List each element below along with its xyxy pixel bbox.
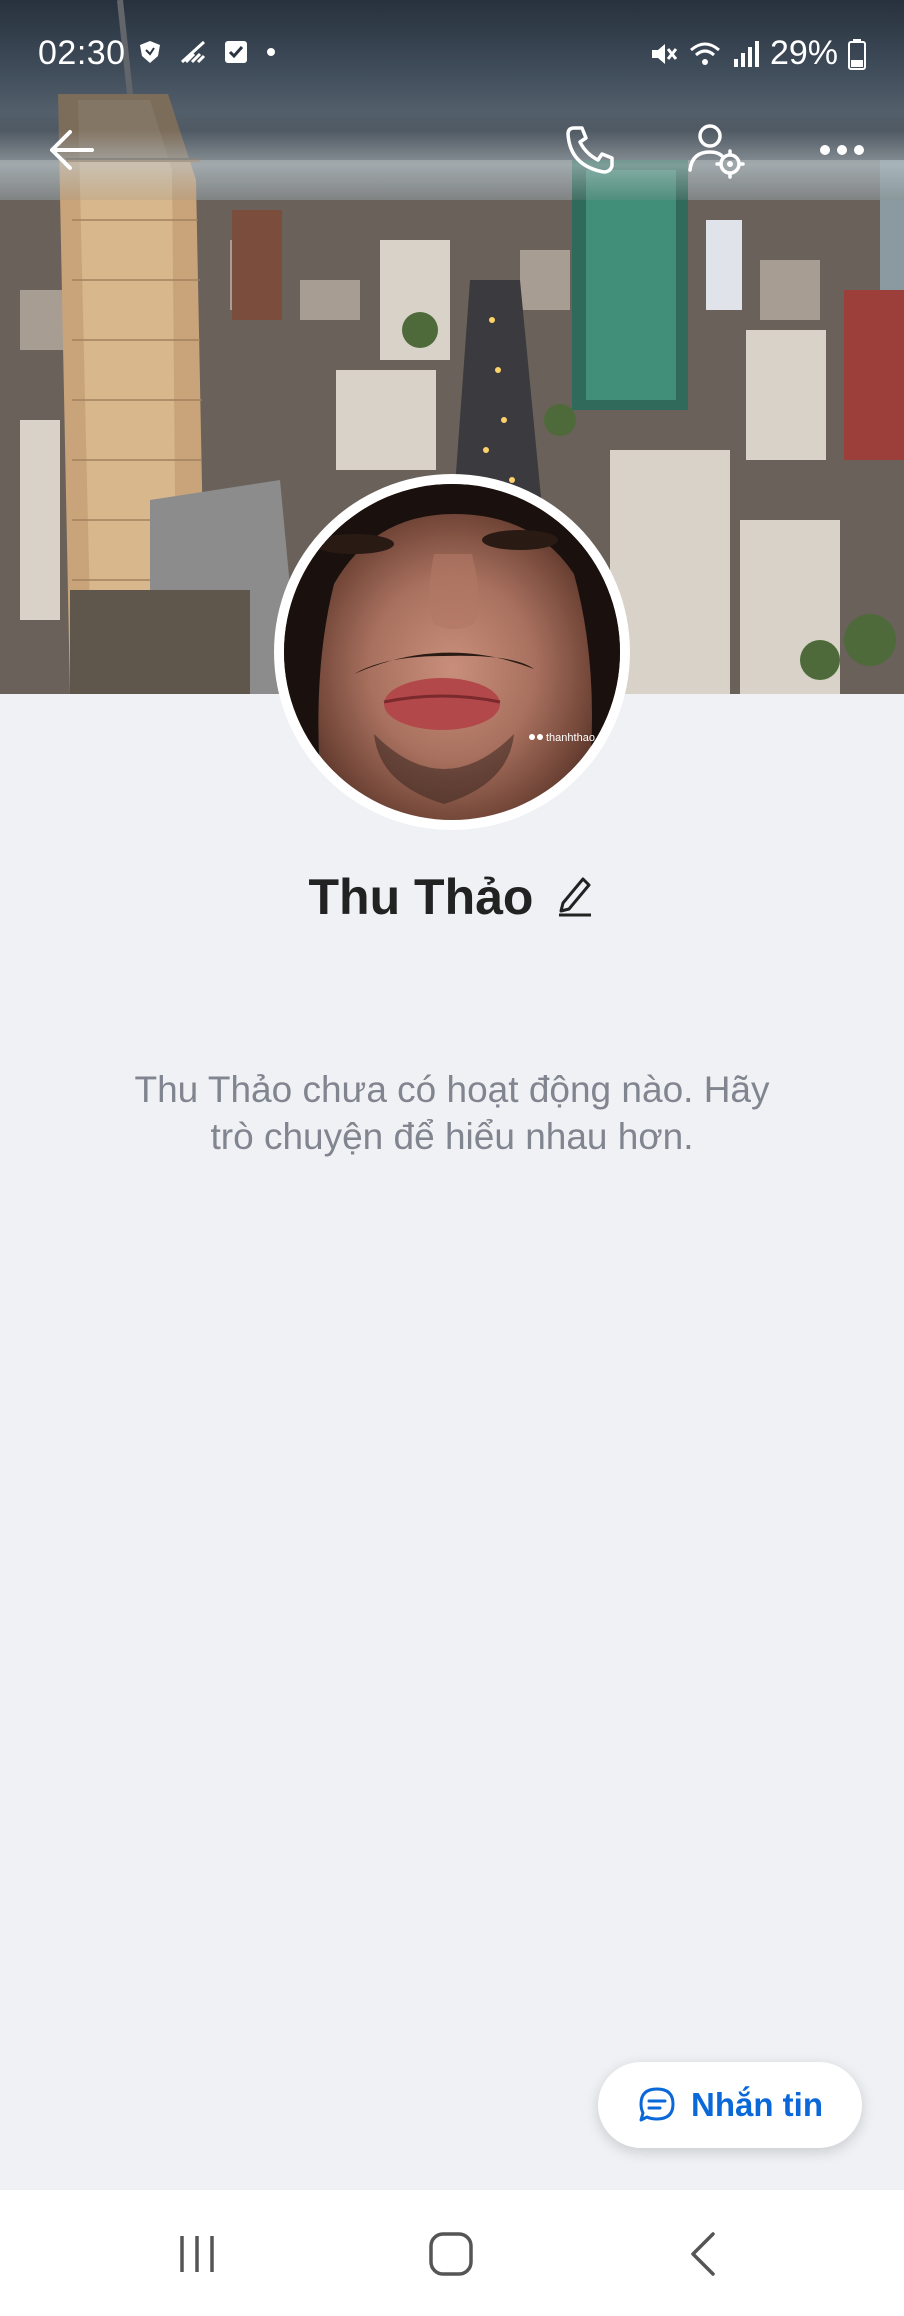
- empty-activity-text: Thu Thảo chưa có hoạt động nào. Hãy trò …: [134, 1069, 770, 1157]
- back-arrow-icon: [50, 130, 94, 170]
- battery-percent: 29%: [769, 34, 838, 72]
- edit-name-button[interactable]: [555, 873, 595, 922]
- home-icon: [429, 2232, 473, 2276]
- avatar-photo: thanhthao: [284, 484, 620, 820]
- checkbox-icon: [225, 41, 247, 63]
- battery-icon: [848, 38, 866, 70]
- home-button[interactable]: [416, 2222, 486, 2286]
- profile-settings-button[interactable]: [684, 118, 748, 182]
- recent-apps-icon: [180, 2236, 214, 2272]
- avatar-face-image: thanhthao: [284, 484, 620, 820]
- status-bar: 02:30 29%: [0, 0, 904, 84]
- tiktok-watermark: thanhthao: [529, 732, 595, 744]
- chat-bubble-icon: [639, 2087, 675, 2122]
- recent-apps-button[interactable]: [162, 2222, 232, 2286]
- profile-name: Thu Thảo: [308, 869, 534, 925]
- user-settings-icon: [688, 124, 745, 179]
- avatar[interactable]: thanhthao: [274, 474, 630, 830]
- nav-back-button[interactable]: [668, 2222, 738, 2286]
- call-button[interactable]: [558, 118, 622, 182]
- back-button[interactable]: [40, 118, 104, 182]
- system-nav-bar: [0, 2190, 904, 2316]
- pencil-icon: [559, 877, 592, 916]
- profile-name-row: Thu Thảo: [0, 868, 904, 926]
- message-button-label: Nhắn tin: [691, 2086, 823, 2123]
- more-icon: [820, 145, 864, 155]
- status-right-icons: 29%: [648, 34, 866, 73]
- status-left-icons: [136, 38, 278, 66]
- back-icon: [691, 2232, 715, 2276]
- message-button[interactable]: Nhắn tin: [598, 2062, 862, 2148]
- more-options-button[interactable]: [810, 118, 874, 182]
- wifi-icon: [689, 42, 720, 65]
- mute-icon: [651, 43, 678, 64]
- phone-icon: [566, 126, 614, 174]
- cell-signal-icon: [733, 40, 759, 67]
- avatar-watermark: thanhthao: [546, 732, 595, 744]
- shield-icon: [140, 41, 160, 63]
- signal-slash-icon: [180, 40, 206, 64]
- dot-icon: [267, 48, 275, 56]
- status-time: 02:30: [38, 34, 126, 72]
